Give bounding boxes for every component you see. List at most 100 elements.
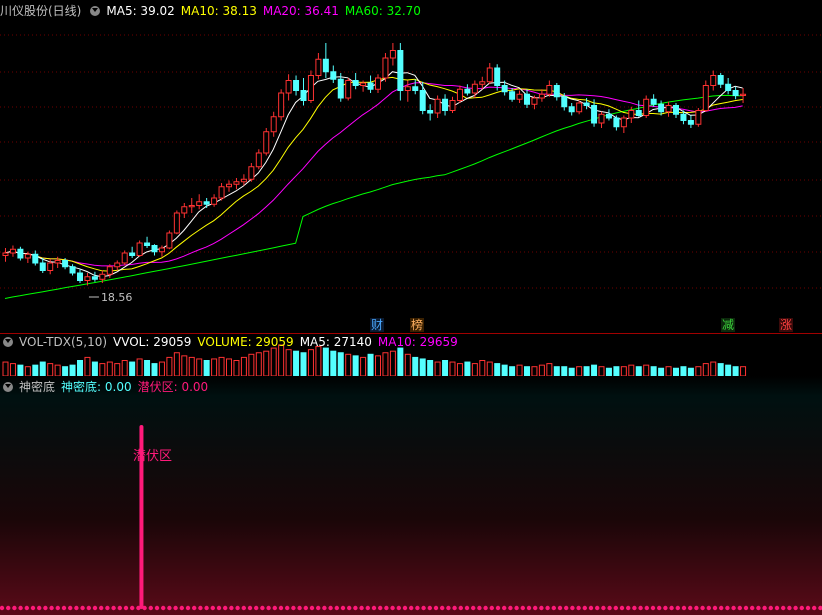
candle-body (412, 86, 419, 91)
indicator-value-1: 神密底: 0.00 (61, 380, 132, 394)
candle-body (136, 242, 143, 256)
candle-body (710, 75, 717, 86)
candle-body (300, 90, 307, 101)
candle-body (9, 248, 16, 254)
baseline-dot (433, 605, 439, 611)
volume-bar (382, 352, 389, 376)
baseline-dot (700, 605, 705, 611)
baseline-dot (712, 605, 718, 611)
candle-body (553, 85, 560, 98)
candlestick-chart: 18.56 (0, 34, 822, 304)
baseline-dot (173, 605, 178, 611)
baseline-dot (365, 605, 370, 611)
volume-bar (367, 353, 374, 376)
volume-bar (643, 364, 650, 376)
baseline-dot (235, 605, 240, 611)
baseline-dot (6, 605, 11, 611)
ma5-value: MA5: 39.02 (106, 4, 175, 18)
indicator-panel[interactable]: 神密底 神密底: 0.00 潜伏区: 0.00 潜伏区 (0, 376, 822, 615)
indicator-menu-icon[interactable] (3, 382, 13, 392)
baseline-dot (613, 605, 618, 611)
baseline-dot (632, 605, 637, 611)
candle-body (404, 86, 411, 91)
candle-body (568, 106, 575, 113)
candle-body (695, 110, 702, 125)
volume-bar (397, 347, 404, 376)
volume-bar (442, 360, 449, 376)
volume-bar (389, 350, 396, 376)
price-panel[interactable]: 18.56 川仪股份(日线) MA5: 39.02 MA10: 38.13 MA20:… (0, 0, 822, 333)
baseline-dot (638, 605, 643, 611)
baseline-dot (247, 605, 253, 611)
candle-body (307, 75, 314, 101)
baseline-dot (533, 605, 538, 611)
volume-bar (576, 366, 583, 376)
baseline-dot (508, 605, 513, 611)
volume-bar (307, 349, 314, 376)
baseline-dot (353, 605, 358, 611)
candle-body (233, 181, 240, 185)
baseline-dot (371, 605, 377, 611)
baseline-dot (781, 605, 786, 611)
ma60-value: MA60: 32.70 (344, 4, 421, 18)
candle-body (337, 78, 344, 99)
baseline-dot (681, 605, 687, 611)
volume-bar (717, 363, 724, 376)
volume-bar (47, 363, 54, 376)
ma10-line (4, 76, 743, 272)
baseline-dot (43, 605, 48, 611)
volume-panel[interactable]: VOL-TDX(5,10) VVOL: 29059 VOLUME: 29059 MA5… (0, 333, 822, 376)
volume-menu-icon[interactable] (3, 337, 13, 347)
baseline-dot (241, 605, 246, 611)
baseline-dot (328, 605, 333, 611)
event-marker-bang[interactable]: 榜 (410, 318, 425, 332)
candle-body (665, 105, 672, 113)
candle-body (576, 102, 583, 113)
candle-body (516, 93, 523, 100)
volume-ma10-value: MA10: 29659 (377, 335, 458, 349)
baseline-dot (669, 605, 674, 611)
ma5-line (4, 71, 743, 278)
volume-bar (39, 361, 46, 376)
candle-body (658, 103, 665, 113)
baseline-dot (545, 605, 550, 611)
volume-bar (740, 366, 747, 376)
volume-bar (248, 353, 255, 376)
indicator-menu-icon[interactable] (90, 6, 101, 16)
candle-body (151, 245, 158, 253)
candle-body (17, 248, 24, 259)
volume-bar (345, 353, 352, 376)
event-marker-cai[interactable]: 财 (370, 318, 385, 332)
candle-body (494, 67, 501, 86)
volume-bar (69, 364, 76, 376)
baseline-dot (725, 605, 730, 611)
volume-bar (62, 366, 69, 376)
candle-body (650, 98, 657, 105)
baseline-dot (179, 605, 184, 611)
ma20-value: MA20: 36.41 (262, 4, 339, 18)
volume-bar (591, 364, 598, 376)
baseline-dot (37, 605, 42, 611)
baseline-dot (297, 605, 302, 611)
baseline-dot (154, 605, 160, 611)
candle-body (546, 85, 553, 95)
event-marker-jian[interactable]: 减 (721, 318, 736, 332)
volume-bar (464, 361, 471, 376)
baseline-dot (812, 605, 817, 611)
volume-bar (434, 361, 441, 376)
baseline-dot (68, 605, 73, 611)
candle-body (419, 90, 426, 111)
volume-ma5-value: MA5: 27140 (299, 335, 372, 349)
baseline-dot (309, 605, 315, 611)
candle-body (330, 71, 337, 80)
baseline-dot (204, 605, 209, 611)
volume-bar (144, 360, 151, 376)
event-marker-zhang[interactable]: 涨 (779, 318, 794, 332)
baseline-dot (117, 605, 123, 611)
candle-body (740, 93, 747, 96)
volume-bar (732, 366, 739, 376)
candle-body (84, 276, 91, 281)
baseline-dot (185, 605, 191, 611)
baseline-dot (799, 605, 804, 611)
candle-body (598, 113, 605, 124)
